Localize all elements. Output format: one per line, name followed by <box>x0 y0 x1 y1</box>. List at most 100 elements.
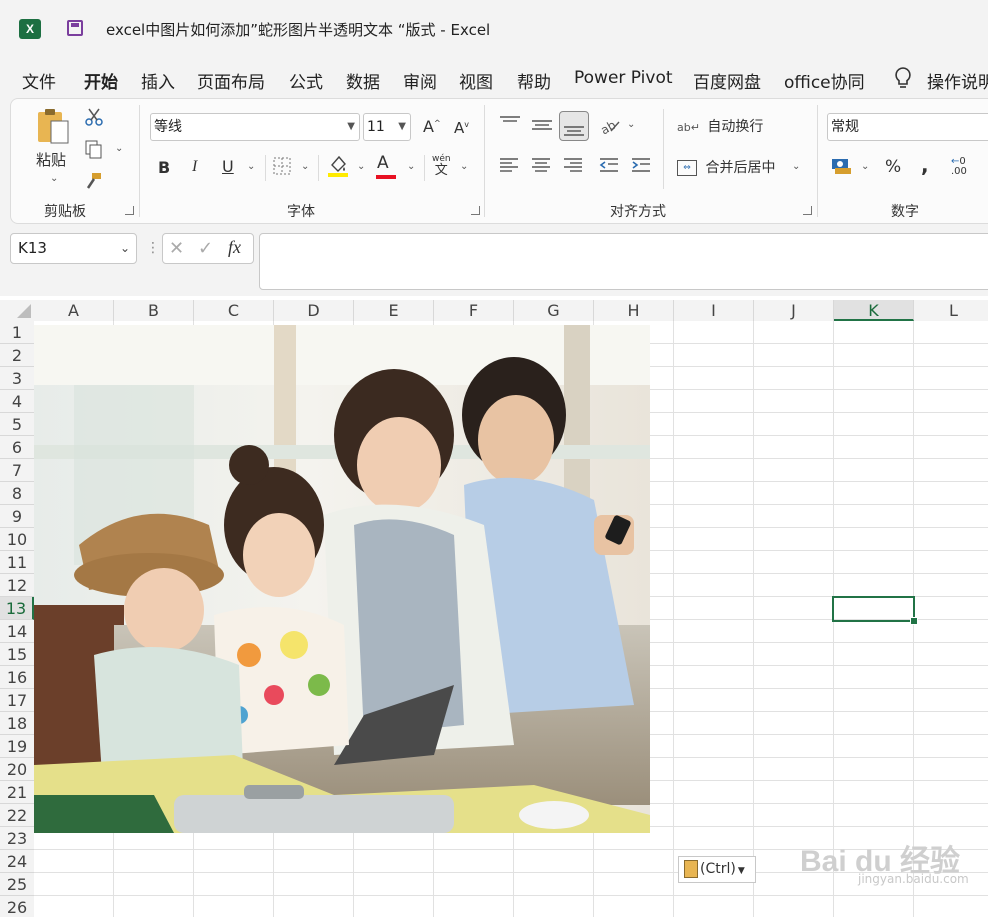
borders-icon[interactable] <box>273 157 291 179</box>
column-header-k[interactable]: K <box>834 300 914 321</box>
row-header-17[interactable]: 17 <box>0 689 34 712</box>
row-header-21[interactable]: 21 <box>0 781 34 804</box>
selected-cell[interactable] <box>832 596 915 622</box>
font-name-select[interactable]: 等线 ▼ <box>150 113 360 141</box>
lightbulb-icon[interactable] <box>893 66 913 95</box>
cut-icon[interactable] <box>84 107 104 131</box>
tab-formulas[interactable]: 公式 <box>289 68 323 93</box>
column-header-b[interactable]: B <box>114 300 194 321</box>
tab-home[interactable]: 开始 <box>84 68 118 93</box>
comma-button[interactable]: , <box>921 153 929 177</box>
paste-button[interactable] <box>35 107 71 149</box>
align-left-icon[interactable] <box>499 157 519 177</box>
paste-options-button[interactable]: (Ctrl) ▼ <box>678 856 756 883</box>
format-painter-icon[interactable] <box>84 171 104 195</box>
copy-icon[interactable] <box>84 139 104 163</box>
row-header-22[interactable]: 22 <box>0 804 34 827</box>
row-header-4[interactable]: 4 <box>0 390 34 413</box>
row-header-25[interactable]: 25 <box>0 873 34 896</box>
tab-insert[interactable]: 插入 <box>141 68 175 93</box>
column-header-c[interactable]: C <box>194 300 274 321</box>
paste-dropdown-icon[interactable]: ⌄ <box>50 173 58 184</box>
row-header-12[interactable]: 12 <box>0 574 34 597</box>
merge-center-button[interactable]: ⇔ 合并后居中 <box>677 157 775 177</box>
merge-dropdown-icon[interactable]: ⌄ <box>792 161 800 172</box>
percent-button[interactable]: % <box>885 157 901 177</box>
column-header-h[interactable]: H <box>594 300 674 321</box>
row-header-26[interactable]: 26 <box>0 896 34 917</box>
increase-decimal-icon[interactable]: ←0.00 <box>951 157 967 177</box>
column-header-a[interactable]: A <box>34 300 114 321</box>
row-header-8[interactable]: 8 <box>0 482 34 505</box>
font-color-dropdown-icon[interactable]: ⌄ <box>407 161 415 172</box>
row-header-2[interactable]: 2 <box>0 344 34 367</box>
row-header-6[interactable]: 6 <box>0 436 34 459</box>
phonetic-dropdown-icon[interactable]: ⌄ <box>460 161 468 172</box>
family-photo-image[interactable] <box>34 325 650 833</box>
shrink-font-button[interactable]: Av <box>454 119 469 137</box>
row-header-13[interactable]: 13 <box>0 597 34 620</box>
italic-button[interactable]: I <box>192 158 197 176</box>
row-header-5[interactable]: 5 <box>0 413 34 436</box>
tab-data[interactable]: 数据 <box>346 68 380 93</box>
fill-handle[interactable] <box>910 617 918 625</box>
font-size-select[interactable]: 11 ▼ <box>363 113 411 141</box>
alignment-launcher-icon[interactable] <box>803 206 812 215</box>
cancel-icon[interactable]: ✕ <box>169 238 184 259</box>
row-header-16[interactable]: 16 <box>0 666 34 689</box>
row-header-14[interactable]: 14 <box>0 620 34 643</box>
paste-label[interactable]: 粘贴 <box>36 149 66 170</box>
row-header-19[interactable]: 19 <box>0 735 34 758</box>
row-header-7[interactable]: 7 <box>0 459 34 482</box>
row-header-9[interactable]: 9 <box>0 505 34 528</box>
column-header-d[interactable]: D <box>274 300 354 321</box>
tab-help[interactable]: 帮助 <box>517 68 551 93</box>
copy-dropdown-icon[interactable]: ⌄ <box>115 143 123 154</box>
bold-button[interactable]: B <box>158 158 170 177</box>
tab-baidu-netdisk[interactable]: 百度网盘 <box>693 68 761 93</box>
tab-office-collab[interactable]: office协同 <box>784 68 865 93</box>
fill-color-icon[interactable] <box>327 153 349 183</box>
tell-me-search[interactable]: 操作说明 <box>927 68 988 93</box>
tab-review[interactable]: 审阅 <box>403 68 437 93</box>
align-right-icon[interactable] <box>563 157 583 177</box>
decrease-indent-icon[interactable] <box>599 157 619 177</box>
enter-icon[interactable]: ✓ <box>198 238 213 259</box>
row-header-11[interactable]: 11 <box>0 551 34 574</box>
grow-font-button[interactable]: A^ <box>423 117 441 136</box>
row-header-3[interactable]: 3 <box>0 367 34 390</box>
increase-indent-icon[interactable] <box>631 157 651 177</box>
align-bottom-button[interactable] <box>559 111 589 141</box>
name-box[interactable]: K13 ⌄ <box>10 233 137 264</box>
tab-power-pivot[interactable]: Power Pivot <box>574 68 673 88</box>
column-header-g[interactable]: G <box>514 300 594 321</box>
row-header-1[interactable]: 1 <box>0 321 34 344</box>
column-header-i[interactable]: I <box>674 300 754 321</box>
tab-page-layout[interactable]: 页面布局 <box>197 68 265 93</box>
row-header-15[interactable]: 15 <box>0 643 34 666</box>
column-header-e[interactable]: E <box>354 300 434 321</box>
column-header-f[interactable]: F <box>434 300 514 321</box>
font-launcher-icon[interactable] <box>471 206 480 215</box>
tab-file[interactable]: 文件 <box>22 68 56 93</box>
align-top-icon[interactable] <box>499 115 521 135</box>
tab-view[interactable]: 视图 <box>459 68 493 93</box>
align-middle-icon[interactable] <box>531 115 553 135</box>
phonetic-guide-button[interactable]: wén 文 <box>432 154 451 178</box>
insert-function-button[interactable]: fx <box>228 237 241 258</box>
accounting-format-icon[interactable] <box>831 156 853 180</box>
clipboard-launcher-icon[interactable] <box>125 206 134 215</box>
align-center-icon[interactable] <box>531 157 551 177</box>
row-header-24[interactable]: 24 <box>0 850 34 873</box>
wrap-text-button[interactable]: ab↵ 自动换行 <box>677 116 763 136</box>
underline-button[interactable]: U <box>222 157 234 176</box>
row-header-10[interactable]: 10 <box>0 528 34 551</box>
row-header-18[interactable]: 18 <box>0 712 34 735</box>
orientation-dropdown-icon[interactable]: ⌄ <box>627 119 635 130</box>
number-format-select[interactable]: 常规 <box>827 113 988 141</box>
underline-dropdown-icon[interactable]: ⌄ <box>247 161 255 172</box>
select-all-button[interactable] <box>0 300 34 321</box>
fill-color-dropdown-icon[interactable]: ⌄ <box>357 161 365 172</box>
column-header-j[interactable]: J <box>754 300 834 321</box>
formula-bar-grip-icon[interactable]: ⋮ <box>146 240 160 256</box>
